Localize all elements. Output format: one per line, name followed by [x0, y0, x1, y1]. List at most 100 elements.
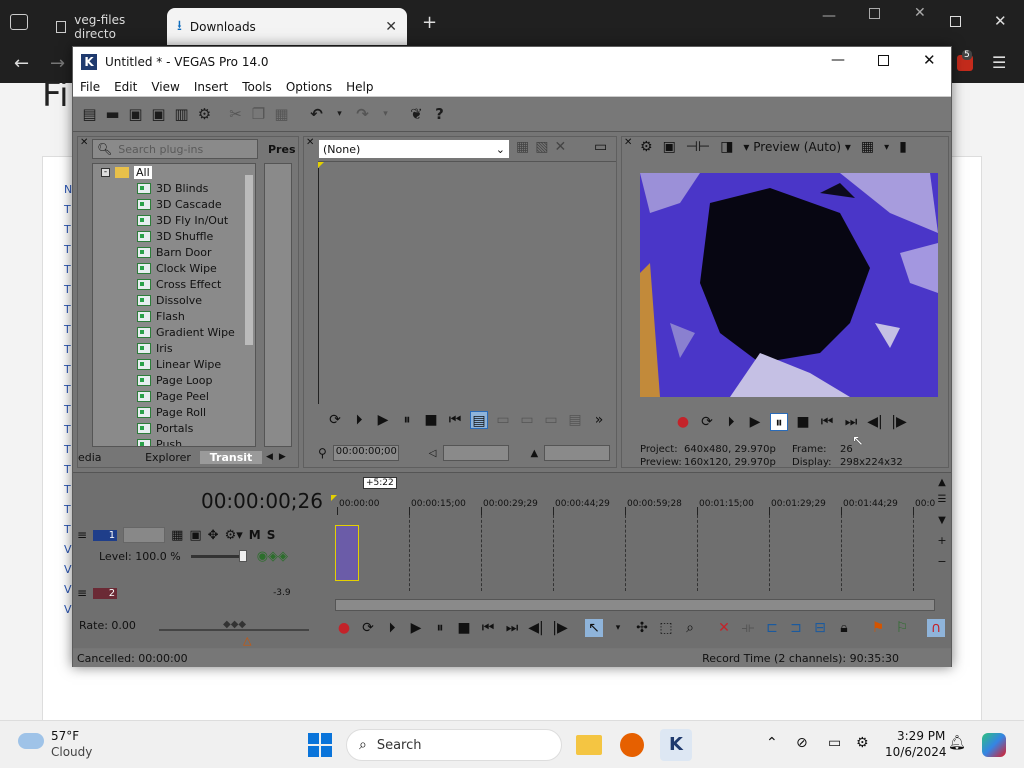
paste-icon[interactable]: ▦ — [273, 106, 290, 123]
minimize-icon[interactable]: — — [822, 8, 836, 24]
transition-item[interactable]: Portals — [137, 420, 255, 436]
composite-mode-icons[interactable]: ◉◈◈ — [257, 549, 288, 564]
go-to-end-icon[interactable]: ⏭ — [503, 619, 521, 637]
solo-button[interactable]: S — [267, 528, 276, 542]
transition-item[interactable]: Page Roll — [137, 404, 255, 420]
trim-end-icon[interactable]: ⊐ — [787, 619, 805, 637]
delete-icon[interactable]: ✕ — [715, 619, 733, 637]
stop-icon[interactable]: ■ — [455, 619, 473, 637]
scroll-up-icon[interactable]: ▲ — [935, 477, 949, 488]
stop-icon[interactable]: ■ — [794, 413, 812, 431]
plug-in-icon[interactable]: ❦ — [408, 106, 425, 123]
menu-item-view[interactable]: View — [151, 80, 179, 94]
start-icon[interactable] — [308, 733, 332, 757]
help-icon[interactable]: ? — [431, 106, 448, 123]
level-slider-thumb[interactable] — [238, 550, 247, 562]
minimize-icon[interactable]: — — [831, 52, 845, 68]
close-icon[interactable]: ✕ — [923, 51, 936, 69]
close-panel-icon[interactable]: ✕ — [624, 137, 632, 148]
play-from-start-icon[interactable]: ⏵ — [350, 411, 368, 429]
compositing-icon[interactable]: ✥ — [208, 528, 219, 543]
back-arrow-icon[interactable]: ← — [14, 53, 29, 74]
weather-icon[interactable] — [18, 733, 44, 749]
transition-item[interactable]: Cross Effect — [137, 276, 255, 292]
undo-dropdown-icon[interactable]: ▾ — [331, 106, 348, 123]
save-icon[interactable]: ▣ — [127, 106, 144, 123]
zoom-in-icon[interactable]: + — [935, 534, 949, 547]
external-monitor-icon[interactable]: ▣ — [663, 139, 676, 155]
cut-icon[interactable]: ✂ — [227, 106, 244, 123]
menu-item-insert[interactable]: Insert — [194, 80, 228, 94]
transition-item[interactable]: Barn Door — [137, 244, 255, 260]
transition-item[interactable]: Clock Wipe — [137, 260, 255, 276]
chevron-up-icon[interactable]: ⌃ — [766, 735, 778, 751]
play-icon[interactable]: ▶ — [407, 619, 425, 637]
transition-item[interactable]: 3D Fly In/Out — [137, 212, 255, 228]
network-icon[interactable]: ⊘ — [796, 735, 808, 751]
transition-item[interactable]: Flash — [137, 308, 255, 324]
track-drag-handle-icon[interactable]: ≡ — [77, 528, 87, 542]
track-height-icon[interactable]: ☰ — [935, 494, 949, 505]
transition-item[interactable]: 3D Shuffle — [137, 228, 255, 244]
notification-bell-icon[interactable]: 🔔︎ — [948, 735, 966, 751]
loop-icon[interactable]: ⟳ — [359, 619, 377, 637]
play-icon[interactable]: ▶ — [746, 413, 764, 431]
menu-item-tools[interactable]: Tools — [242, 80, 272, 94]
trim-icon[interactable]: ⟛ — [739, 619, 757, 637]
zoom-tool-icon[interactable]: ⌕ — [681, 619, 699, 637]
save-as-icon[interactable]: ▣ — [150, 106, 167, 123]
in-point-field[interactable] — [442, 445, 509, 461]
scroll-down-icon[interactable]: ▼ — [935, 515, 949, 526]
tab-next-icon[interactable]: ▶ — [279, 452, 286, 462]
record-icon[interactable]: ● — [335, 619, 353, 637]
overlay-icon[interactable]: ◨ — [720, 139, 733, 155]
lock-icon[interactable]: 🔒︎ — [835, 619, 853, 637]
trim-start-icon[interactable]: ⊏ — [763, 619, 781, 637]
fit-icon[interactable]: ▭ — [542, 411, 560, 429]
edit-tool-dropdown-icon[interactable]: ▾ — [609, 619, 627, 637]
open-icon[interactable]: ▬ — [104, 106, 121, 123]
maximize-icon[interactable] — [878, 55, 889, 66]
close-icon[interactable]: ✕ — [914, 5, 926, 21]
insert-icon[interactable]: ▭ — [494, 411, 512, 429]
settings-icon[interactable]: ⚙ — [640, 139, 653, 155]
trimmer-area[interactable] — [318, 161, 616, 404]
tab-media[interactable]: edia — [78, 451, 136, 464]
split-icon[interactable]: ⊟ — [811, 619, 829, 637]
length-field[interactable] — [544, 445, 611, 461]
tab-transitions[interactable]: Transit — [200, 450, 262, 464]
redo-dropdown-icon[interactable]: ▾ — [377, 106, 394, 123]
new-icon[interactable]: ▤ — [81, 106, 98, 123]
previous-frame-icon[interactable]: ◀| — [527, 619, 545, 637]
close-panel-icon[interactable]: ✕ — [80, 137, 88, 148]
tab-explorer[interactable]: Explorer — [136, 451, 200, 464]
normal-edit-tool-icon[interactable]: ↖ — [585, 619, 603, 637]
record-icon[interactable]: ● — [674, 413, 692, 431]
tree-root[interactable]: - All — [93, 164, 255, 180]
transition-item[interactable]: Linear Wipe — [137, 356, 255, 372]
transition-item[interactable]: Page Peel — [137, 388, 255, 404]
transition-item[interactable]: Page Loop — [137, 372, 255, 388]
play-from-start-icon[interactable]: ⏵ — [383, 619, 401, 637]
tab-prev-icon[interactable]: ◀ — [266, 452, 273, 462]
more-tools-icon[interactable]: » — [590, 411, 608, 429]
loop-icon[interactable]: ⟳ — [326, 411, 344, 429]
go-to-start-icon[interactable]: ⏮ — [818, 413, 836, 431]
undo-icon[interactable]: ↶ — [308, 106, 325, 123]
render-icon[interactable]: ▥ — [173, 106, 190, 123]
next-frame-icon[interactable]: |▶ — [551, 619, 569, 637]
envelope-tool-icon[interactable]: ✣ — [633, 619, 651, 637]
copy-icon[interactable]: ❐ — [250, 106, 267, 123]
pause-icon[interactable]: ⏸ — [431, 619, 449, 637]
level-slider[interactable] — [190, 550, 247, 562]
close-panel-icon[interactable]: ✕ — [306, 137, 314, 148]
insert-marker-icon[interactable]: ⚑ — [869, 619, 887, 637]
split-screen-icon[interactable]: ⊣⊢ — [686, 139, 710, 155]
copy-snapshot-icon[interactable]: ▮ — [899, 139, 907, 155]
track-options-icon[interactable]: ⚙▾ — [225, 528, 243, 543]
tab-downloads[interactable]: ⭳ Downloads ✕ — [167, 8, 407, 45]
weather-temp[interactable]: 57°F — [51, 729, 79, 743]
restore-icon[interactable] — [950, 16, 961, 27]
track-motion-icon[interactable]: ▣ — [189, 528, 201, 543]
loop-icon[interactable]: ⟳ — [698, 413, 716, 431]
